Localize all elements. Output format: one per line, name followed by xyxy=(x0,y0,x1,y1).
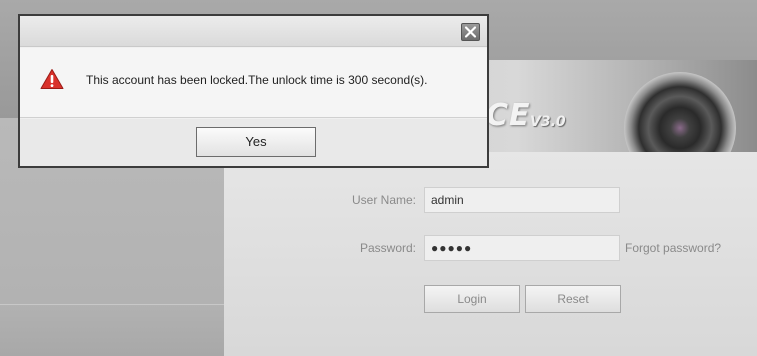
dialog-body: This account has been locked.The unlock … xyxy=(20,48,487,118)
warning-triangle-icon xyxy=(40,69,64,89)
product-logo-text: CE xyxy=(486,98,531,133)
close-x-icon xyxy=(464,26,477,38)
yes-button[interactable]: Yes xyxy=(196,127,316,157)
dialog-titlebar xyxy=(20,16,487,47)
password-label: Password: xyxy=(359,241,416,255)
account-locked-dialog: This account has been locked.The unlock … xyxy=(18,14,489,168)
reset-button[interactable]: Reset xyxy=(525,285,621,313)
password-input[interactable]: ●●●●● xyxy=(424,235,620,261)
product-version: V3.0 xyxy=(530,114,566,130)
login-button[interactable]: Login xyxy=(424,285,520,313)
dialog-footer: Yes xyxy=(20,119,487,166)
left-panel-divider xyxy=(0,304,224,305)
dialog-message: This account has been locked.The unlock … xyxy=(86,73,428,87)
close-button[interactable] xyxy=(461,23,480,41)
username-input[interactable]: admin xyxy=(424,187,620,213)
username-label: User Name: xyxy=(351,193,416,207)
camera-lens-graphic xyxy=(624,72,736,152)
forgot-password-link[interactable]: Forgot password? xyxy=(625,241,721,255)
